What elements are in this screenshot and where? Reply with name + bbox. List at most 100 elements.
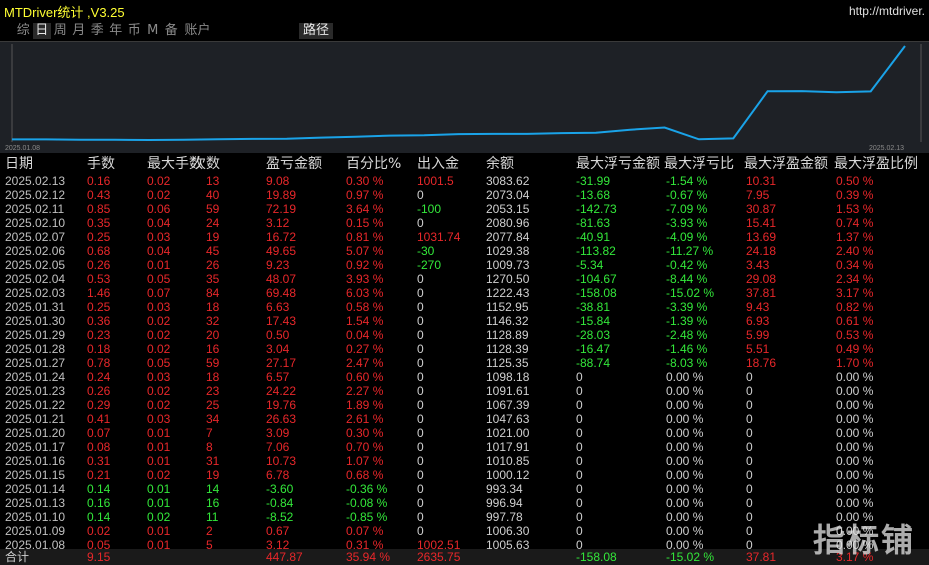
table-cell: 0.36	[87, 314, 111, 328]
table-cell: 0.00 %	[666, 468, 704, 482]
column-header[interactable]: 最大浮亏比	[664, 154, 734, 174]
table-cell: 0.31	[87, 454, 111, 468]
table-row[interactable]: 2025.02.12 0.43 0.02 40 19.89 0.97 % 0 2073.04 -…	[0, 188, 929, 202]
tab-3[interactable]: 月	[70, 23, 89, 39]
table-cell: 0.07	[87, 426, 111, 440]
column-header[interactable]: 余额	[486, 154, 514, 174]
table-cell: 2025.01.17	[5, 440, 66, 454]
table-cell: -0.67 %	[666, 188, 708, 202]
table-cell: 2.27 %	[346, 384, 384, 398]
table-cell: 32	[206, 314, 220, 328]
website-url[interactable]: http://mtdriver.	[849, 4, 925, 18]
table-row[interactable]: 2025.01.21 0.41 0.03 34 26.63 2.61 % 0 1047.63 0…	[0, 412, 929, 426]
column-header[interactable]: 最大浮亏金额	[576, 154, 660, 174]
table-cell: 0	[576, 440, 583, 454]
table-cell: 1222.43	[486, 286, 530, 300]
tab-7[interactable]: M	[144, 23, 163, 39]
table-row[interactable]: 2025.01.22 0.29 0.02 25 19.76 1.89 % 0 1067.39 0…	[0, 398, 929, 412]
column-header[interactable]: 盈亏金额	[266, 154, 322, 174]
table-row[interactable]: 2025.01.31 0.25 0.03 18 6.63 0.58 % 0 1152.95 -3…	[0, 300, 929, 314]
table-row[interactable]: 2025.01.28 0.18 0.02 16 3.04 0.27 % 0 1128.39 -1…	[0, 342, 929, 356]
table-row[interactable]: 2025.01.15 0.21 0.02 19 6.78 0.68 % 0 1000.12 0 0…	[0, 468, 929, 482]
table-cell: 2.61 %	[346, 412, 384, 426]
table-row[interactable]: 2025.02.10 0.35 0.04 24 3.12 0.15 % 0 2080.96 -8…	[0, 216, 929, 230]
table-row[interactable]: 2025.02.06 0.68 0.04 45 49.65 5.07 % -30 1029.3…	[0, 244, 929, 258]
table-cell: 1047.63	[486, 412, 530, 426]
table-row[interactable]: 2025.01.24 0.24 0.03 18 6.57 0.60 % 0 1098.18 0 0…	[0, 370, 929, 384]
table-cell: 0	[417, 454, 424, 468]
table-cell: 0	[576, 510, 583, 524]
tab-8[interactable]: 备	[162, 23, 181, 39]
table-row[interactable]: 2025.01.17 0.08 0.01 8 7.06 0.70 % 0 1017.91 0 0.…	[0, 440, 929, 454]
table-body: 2025.02.13 0.16 0.02 13 9.08 0.30 % 1001.5 3083…	[0, 174, 929, 552]
table-cell: 2025.01.13	[5, 496, 66, 510]
tab-9[interactable]: 账户	[181, 23, 215, 39]
table-cell: 0.00 %	[666, 426, 704, 440]
tab-1[interactable]: 日	[32, 23, 51, 39]
tab-path[interactable]: 路径	[299, 23, 333, 39]
table-cell: 1067.39	[486, 398, 530, 412]
table-row[interactable]: 2025.01.16 0.31 0.01 31 10.73 1.07 % 0 1010.85 0…	[0, 454, 929, 468]
table-cell: 1125.35	[486, 356, 529, 370]
table-row[interactable]: 2025.02.03 1.46 0.07 84 69.48 6.03 % 0 1222.43 -…	[0, 286, 929, 300]
table-row[interactable]: 2025.01.29 0.23 0.02 20 0.50 0.04 % 0 1128.89 -2…	[0, 328, 929, 342]
table-cell: 0	[576, 412, 583, 426]
table-cell: -15.84	[576, 314, 611, 328]
total-cell: 447.87	[266, 550, 303, 564]
column-header[interactable]: 日期	[5, 154, 33, 174]
table-row[interactable]: 2025.01.13 0.16 0.01 16 -0.84 -0.08 % 0 996.94 0…	[0, 496, 929, 510]
table-row[interactable]: 2025.01.09 0.02 0.01 2 0.67 0.07 % 0 1006.30 0 0.…	[0, 524, 929, 538]
table-cell: 0.01	[147, 426, 171, 440]
table-row[interactable]: 2025.02.11 0.85 0.06 59 72.19 3.64 % -100 2053.…	[0, 202, 929, 216]
column-header[interactable]: 百分比%	[346, 154, 401, 174]
table-cell: 0.00 %	[666, 524, 704, 538]
table-cell: 0.00 %	[836, 482, 874, 496]
table-row[interactable]: 2025.02.13 0.16 0.02 13 9.08 0.30 % 1001.5 3083…	[0, 174, 929, 188]
table-cell: 2025.02.13	[5, 174, 66, 188]
table-cell: -31.99	[576, 174, 611, 188]
table-row[interactable]: 2025.01.27 0.78 0.05 59 27.17 2.47 % 0 1125.35 -…	[0, 356, 929, 370]
table-row[interactable]: 2025.02.07 0.25 0.03 19 16.72 0.81 % 1031.74 20…	[0, 230, 929, 244]
tab-2[interactable]: 周	[51, 23, 70, 39]
table-cell: -28.03	[576, 328, 611, 342]
table-cell: 27.17	[266, 356, 297, 370]
table-row[interactable]: 2025.01.10 0.14 0.02 11 -8.52 -0.85 % 0 997.78 0…	[0, 510, 929, 524]
table-cell: 2025.01.30	[5, 314, 66, 328]
table-cell: 2	[206, 524, 213, 538]
column-header[interactable]: 出入金	[417, 154, 459, 174]
tab-4[interactable]: 季	[88, 23, 107, 39]
table-cell: 0	[417, 328, 424, 342]
table-row[interactable]: 2025.02.05 0.26 0.01 26 9.23 0.92 % -270 1009.7…	[0, 258, 929, 272]
table-row[interactable]: 2025.02.04 0.53 0.05 35 48.07 3.93 % 0 1270.50 -…	[0, 272, 929, 286]
table-cell: 20	[206, 328, 220, 342]
table-cell: 0.49 %	[836, 342, 874, 356]
table-cell: 31	[206, 454, 220, 468]
table-cell: 2025.01.29	[5, 328, 66, 342]
column-header[interactable]: 最大浮盈比例	[834, 154, 918, 174]
table-cell: 45	[206, 244, 220, 258]
table-cell: 0.68	[87, 244, 111, 258]
table-cell: 0.70 %	[346, 440, 384, 454]
table-cell: -30	[417, 244, 435, 258]
table-row[interactable]: 2025.01.30 0.36 0.02 32 17.43 1.54 % 0 1146.32 -…	[0, 314, 929, 328]
table-cell: 0	[417, 342, 424, 356]
table-cell: 0.25	[87, 230, 111, 244]
table-row[interactable]: 2025.01.23 0.26 0.02 23 24.22 2.27 % 0 1091.61 0…	[0, 384, 929, 398]
tab-0[interactable]: 综	[14, 23, 33, 39]
column-header[interactable]: 手数	[87, 154, 115, 174]
table-cell: 9.23	[266, 258, 290, 272]
table-cell: 0	[576, 482, 583, 496]
table-cell: 0	[746, 468, 753, 482]
table-row[interactable]: 2025.01.20 0.07 0.01 7 3.09 0.30 % 0 1021.00 0 0.…	[0, 426, 929, 440]
tab-5[interactable]: 年	[107, 23, 126, 39]
table-cell: 0	[417, 426, 424, 440]
tab-6[interactable]: 币	[125, 23, 144, 39]
column-header[interactable]: 次数	[192, 154, 220, 174]
table-cell: 2073.04	[486, 188, 530, 202]
table-cell: 0.00 %	[666, 482, 704, 496]
table-cell: 0	[746, 440, 753, 454]
table-cell: -0.36 %	[346, 482, 388, 496]
column-header[interactable]: 最大浮盈金额	[744, 154, 828, 174]
table-cell: 1017.91	[486, 440, 530, 454]
table-row[interactable]: 2025.01.14 0.14 0.01 14 -3.60 -0.36 % 0 993.34 0…	[0, 482, 929, 496]
